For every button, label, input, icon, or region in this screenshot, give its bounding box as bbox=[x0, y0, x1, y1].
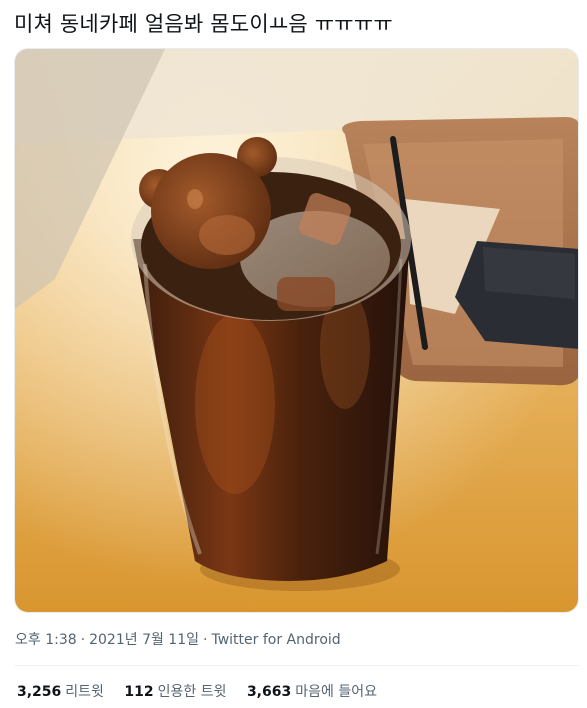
likes-count: 3,663 bbox=[246, 684, 292, 700]
separator: · bbox=[80, 632, 86, 648]
tweet-text: 미쳐 동네카페 얼음봐 몸도이ㅛ음 ㅠㅠㅠㅠ bbox=[14, 12, 393, 36]
tweet-source[interactable]: Twitter for Android bbox=[211, 632, 340, 648]
tweet-time[interactable]: 오후 1:38 bbox=[15, 632, 77, 648]
tweet-metadata: 오후 1:38 · 2021년 7월 11일 · Twitter for Android bbox=[15, 630, 341, 650]
separator: · bbox=[203, 632, 208, 648]
tweet-stats: 3,256 리트윗 112 인용한 트윗 3,663 마음에 들어요 bbox=[17, 682, 393, 702]
retweets-count: 3,256 bbox=[17, 684, 62, 700]
quotes-stat[interactable]: 112 인용한 트윗 bbox=[124, 684, 226, 700]
iced-coffee-photo bbox=[15, 49, 578, 612]
quotes-count: 112 bbox=[124, 684, 154, 700]
divider bbox=[14, 665, 579, 666]
likes-label: 마음에 들어요 bbox=[295, 684, 377, 700]
quotes-label: 인용한 트윗 bbox=[157, 684, 227, 700]
likes-stat[interactable]: 3,663 마음에 들어요 bbox=[247, 684, 377, 700]
retweets-label: 리트윗 bbox=[65, 684, 104, 700]
tweet-photo[interactable] bbox=[14, 48, 579, 613]
retweets-stat[interactable]: 3,256 리트윗 bbox=[17, 684, 104, 700]
tweet-date[interactable]: 2021년 7월 11일 bbox=[89, 632, 199, 648]
